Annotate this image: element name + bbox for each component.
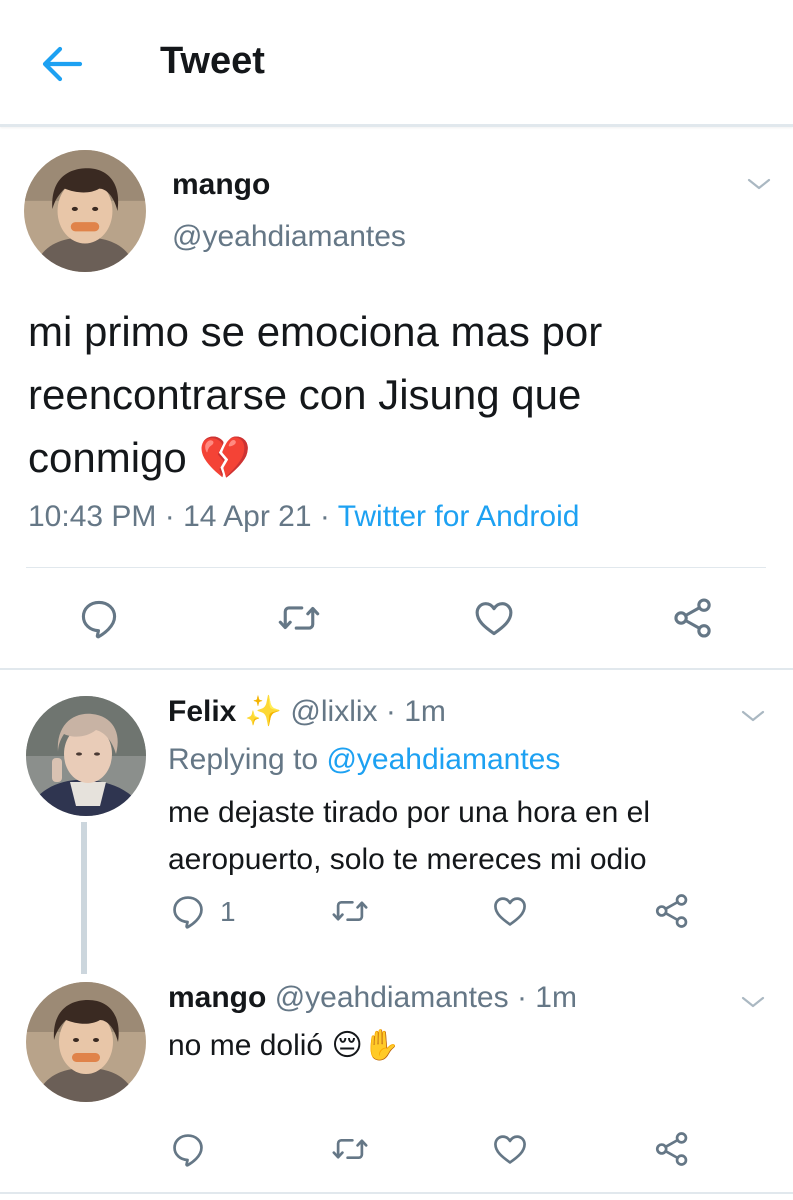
author-name[interactable]: mango: [172, 168, 270, 202]
arrow-left-icon: [42, 46, 83, 82]
retweet-button[interactable]: [328, 892, 372, 935]
share-icon: [652, 1130, 692, 1168]
replying-to: Replying to @yeahdiamantes: [168, 743, 560, 777]
reply-button[interactable]: [168, 1130, 208, 1173]
reply-time[interactable]: 1m: [404, 695, 446, 728]
like-button[interactable]: [490, 1130, 530, 1173]
avatar-mango[interactable]: [26, 982, 146, 1102]
retweet-icon: [328, 892, 372, 930]
reply-text: me dejaste tirado por una hora en el aer…: [168, 789, 650, 883]
reply-icon: [168, 892, 208, 930]
broken-heart-emoji: 💔: [198, 434, 251, 481]
heart-icon: [490, 892, 530, 930]
reply-text-line: no me dolió: [168, 1029, 324, 1062]
avatar-mango[interactable]: [24, 150, 146, 272]
reply-icon: [168, 1130, 208, 1168]
thread-line: [81, 822, 87, 974]
page-title: Tweet: [160, 40, 265, 82]
tweet-text: mi primo se emociona mas por reencontrar…: [28, 300, 602, 489]
tweet-source-link[interactable]: Twitter for Android: [338, 500, 580, 533]
pensive-raised-hand-emoji: 😔✋: [331, 1029, 401, 1062]
replying-to-label: Replying to: [168, 743, 319, 776]
reply-text: no me dolió 😔✋: [168, 1028, 400, 1063]
reply-button[interactable]: [76, 596, 122, 645]
tweet-text-line: reencontrarse con Jisung que: [28, 371, 582, 418]
author-name[interactable]: Felix: [168, 695, 236, 728]
author-handle[interactable]: @yeahdiamantes: [275, 981, 509, 1014]
reply-count: 1: [220, 896, 236, 927]
meta-separator: ·: [319, 500, 330, 533]
reply-icon: [76, 596, 122, 640]
replying-to-handle[interactable]: @yeahdiamantes: [326, 743, 560, 776]
share-button[interactable]: [652, 1130, 692, 1173]
avatar-felix[interactable]: [26, 696, 146, 816]
meta-separator: ·: [385, 695, 396, 728]
reply-time[interactable]: 1m: [535, 981, 577, 1014]
retweet-button[interactable]: [328, 1130, 372, 1173]
heart-icon: [490, 1130, 530, 1168]
tweet-text-line: mi primo se emociona mas por: [28, 308, 603, 355]
author-handle[interactable]: @yeahdiamantes: [172, 220, 406, 254]
bottom-divider: [0, 1192, 793, 1194]
reply-button[interactable]: [168, 892, 208, 935]
divider: [26, 567, 766, 568]
tweet-text-line-last: conmigo 💔: [28, 426, 602, 489]
retweet-icon: [274, 596, 324, 640]
tweet-text-line: conmigo: [28, 434, 187, 481]
sparkles-emoji: ✨: [244, 695, 283, 728]
tweet-time[interactable]: 10:43 PM: [28, 500, 156, 533]
meta-separator: ·: [164, 500, 175, 533]
retweet-icon: [328, 1130, 372, 1168]
share-icon: [670, 596, 716, 640]
section-divider: [0, 668, 793, 670]
more-options-button[interactable]: [740, 994, 766, 1010]
reply-header: mango @yeahdiamantes · 1m: [168, 981, 577, 1015]
more-options-button[interactable]: [746, 176, 772, 192]
like-button[interactable]: [490, 892, 530, 935]
chevron-down-icon: [746, 176, 772, 192]
meta-separator: ·: [516, 981, 527, 1014]
app-header: Tweet: [0, 0, 793, 127]
author-handle[interactable]: @lixlix: [290, 695, 377, 728]
tweet-meta: 10:43 PM · 14 Apr 21 · Twitter for Andro…: [28, 500, 579, 534]
chevron-down-icon: [740, 708, 766, 724]
retweet-button[interactable]: [274, 596, 324, 645]
reply-text-line: me dejaste tirado por una hora en el: [168, 796, 650, 829]
share-icon: [652, 892, 692, 930]
author-name[interactable]: mango: [168, 981, 266, 1014]
reply-header: Felix ✨ @lixlix · 1m: [168, 694, 446, 729]
heart-icon: [471, 596, 517, 640]
more-options-button[interactable]: [740, 708, 766, 724]
share-button[interactable]: [652, 892, 692, 935]
like-button[interactable]: [471, 596, 517, 645]
reply-text-line: aeropuerto, solo te mereces mi odio: [168, 843, 647, 876]
share-button[interactable]: [670, 596, 716, 645]
back-button[interactable]: [38, 44, 84, 84]
tweet-date[interactable]: 14 Apr 21: [183, 500, 311, 533]
chevron-down-icon: [740, 994, 766, 1010]
